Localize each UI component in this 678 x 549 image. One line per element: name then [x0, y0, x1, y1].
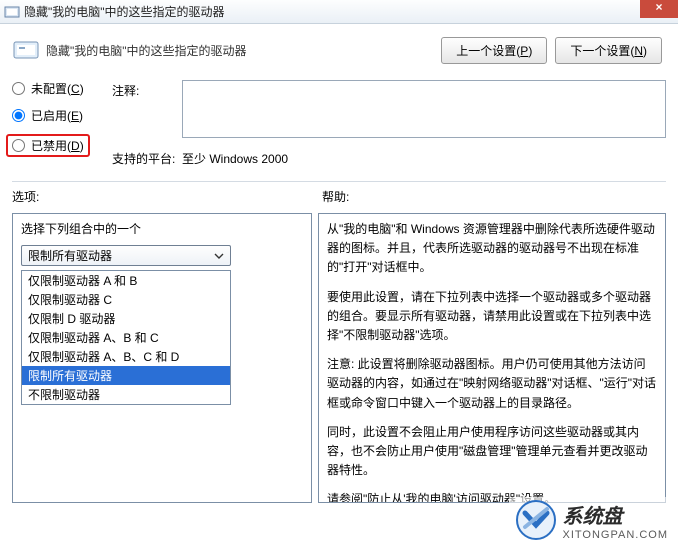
listbox-item[interactable]: 不限制驱动器 — [22, 385, 230, 404]
lower-panels: 选择下列组合中的一个 限制所有驱动器 仅限制驱动器 A 和 B仅限制驱动器 C仅… — [12, 213, 666, 503]
next-setting-button[interactable]: 下一个设置(N) — [555, 37, 662, 64]
combo-label: 选择下列组合中的一个 — [21, 220, 303, 237]
radio-disabled-label: 已禁用(D) — [31, 137, 84, 154]
listbox-item[interactable]: 仅限制驱动器 A、B 和 C — [22, 328, 230, 347]
comment-textarea[interactable] — [182, 80, 666, 138]
policy-icon — [12, 36, 40, 64]
platform-row: 支持的平台: 至少 Windows 2000 — [112, 148, 666, 167]
titlebar: 隐藏"我的电脑"中的这些指定的驱动器 × — [0, 0, 678, 24]
header-row: 隐藏"我的电脑"中的这些指定的驱动器 上一个设置(P) 下一个设置(N) — [12, 32, 666, 74]
radio-disabled-input[interactable] — [12, 139, 25, 152]
chevron-down-icon — [212, 249, 226, 263]
radio-enabled-label: 已启用(E) — [31, 107, 83, 124]
listbox-item[interactable]: 仅限制驱动器 C — [22, 290, 230, 309]
combo-selected-text: 限制所有驱动器 — [28, 247, 112, 264]
prev-setting-button[interactable]: 上一个设置(P) — [441, 37, 547, 64]
radio-disabled[interactable]: 已禁用(D) — [6, 134, 90, 157]
radio-enabled[interactable]: 已启用(E) — [12, 107, 112, 124]
listbox-item[interactable]: 仅限制驱动器 A 和 B — [22, 271, 230, 290]
section-labels: 选项: 帮助: — [12, 188, 666, 205]
watermark-en: XITONGPAN.COM — [563, 529, 669, 541]
close-button[interactable]: × — [640, 0, 678, 18]
listbox-item[interactable]: 仅限制驱动器 A、B、C 和 D — [22, 347, 230, 366]
help-p1: 从"我的电脑"和 Windows 资源管理器中删除代表所选硬件驱动器的图标。并且… — [327, 220, 657, 278]
comment-label: 注释: — [112, 80, 182, 99]
radio-group: 未配置(C) 已启用(E) 已禁用(D) — [12, 80, 112, 167]
radio-not-configured[interactable]: 未配置(C) — [12, 80, 112, 97]
watermark-cn: 系统盘 — [563, 500, 669, 529]
radio-enabled-input[interactable] — [12, 109, 25, 122]
options-section-label: 选项: — [12, 188, 312, 205]
help-panel: 从"我的电脑"和 Windows 资源管理器中删除代表所选硬件驱动器的图标。并且… — [318, 213, 666, 503]
titlebar-title: 隐藏"我的电脑"中的这些指定的驱动器 — [24, 3, 225, 20]
platform-label: 支持的平台: — [112, 148, 182, 167]
help-p4: 同时，此设置不会阻止用户使用程序访问这些驱动器或其内容，也不会防止用户使用"磁盘… — [327, 423, 657, 481]
options-panel: 选择下列组合中的一个 限制所有驱动器 仅限制驱动器 A 和 B仅限制驱动器 C仅… — [12, 213, 312, 503]
comment-row: 注释: — [112, 80, 666, 138]
content-area: 隐藏"我的电脑"中的这些指定的驱动器 上一个设置(P) 下一个设置(N) 未配置… — [0, 24, 678, 549]
drive-combo[interactable]: 限制所有驱动器 — [21, 245, 231, 266]
listbox-item[interactable]: 限制所有驱动器 — [22, 366, 230, 385]
drive-listbox[interactable]: 仅限制驱动器 A 和 B仅限制驱动器 C仅限制 D 驱动器仅限制驱动器 A、B … — [21, 270, 231, 405]
help-section-label: 帮助: — [312, 188, 666, 205]
listbox-item[interactable]: 仅限制 D 驱动器 — [22, 309, 230, 328]
watermark-logo-icon — [515, 499, 557, 541]
page-title: 隐藏"我的电脑"中的这些指定的驱动器 — [46, 42, 247, 59]
platform-value: 至少 Windows 2000 — [182, 148, 666, 167]
config-area: 未配置(C) 已启用(E) 已禁用(D) 注释: 支持的平台: 至少 Windo… — [12, 80, 666, 167]
help-p2: 要使用此设置，请在下拉列表中选择一个驱动器或多个驱动器的组合。要显示所有驱动器，… — [327, 288, 657, 346]
radio-not-configured-input[interactable] — [12, 82, 25, 95]
app-icon — [4, 4, 20, 20]
watermark: 系统盘 XITONGPAN.COM — [509, 497, 675, 543]
separator — [12, 181, 666, 182]
help-p3: 注意: 此设置将删除驱动器图标。用户仍可使用其他方法访问驱动器的内容，如通过在"… — [327, 355, 657, 413]
radio-not-configured-label: 未配置(C) — [31, 80, 84, 97]
